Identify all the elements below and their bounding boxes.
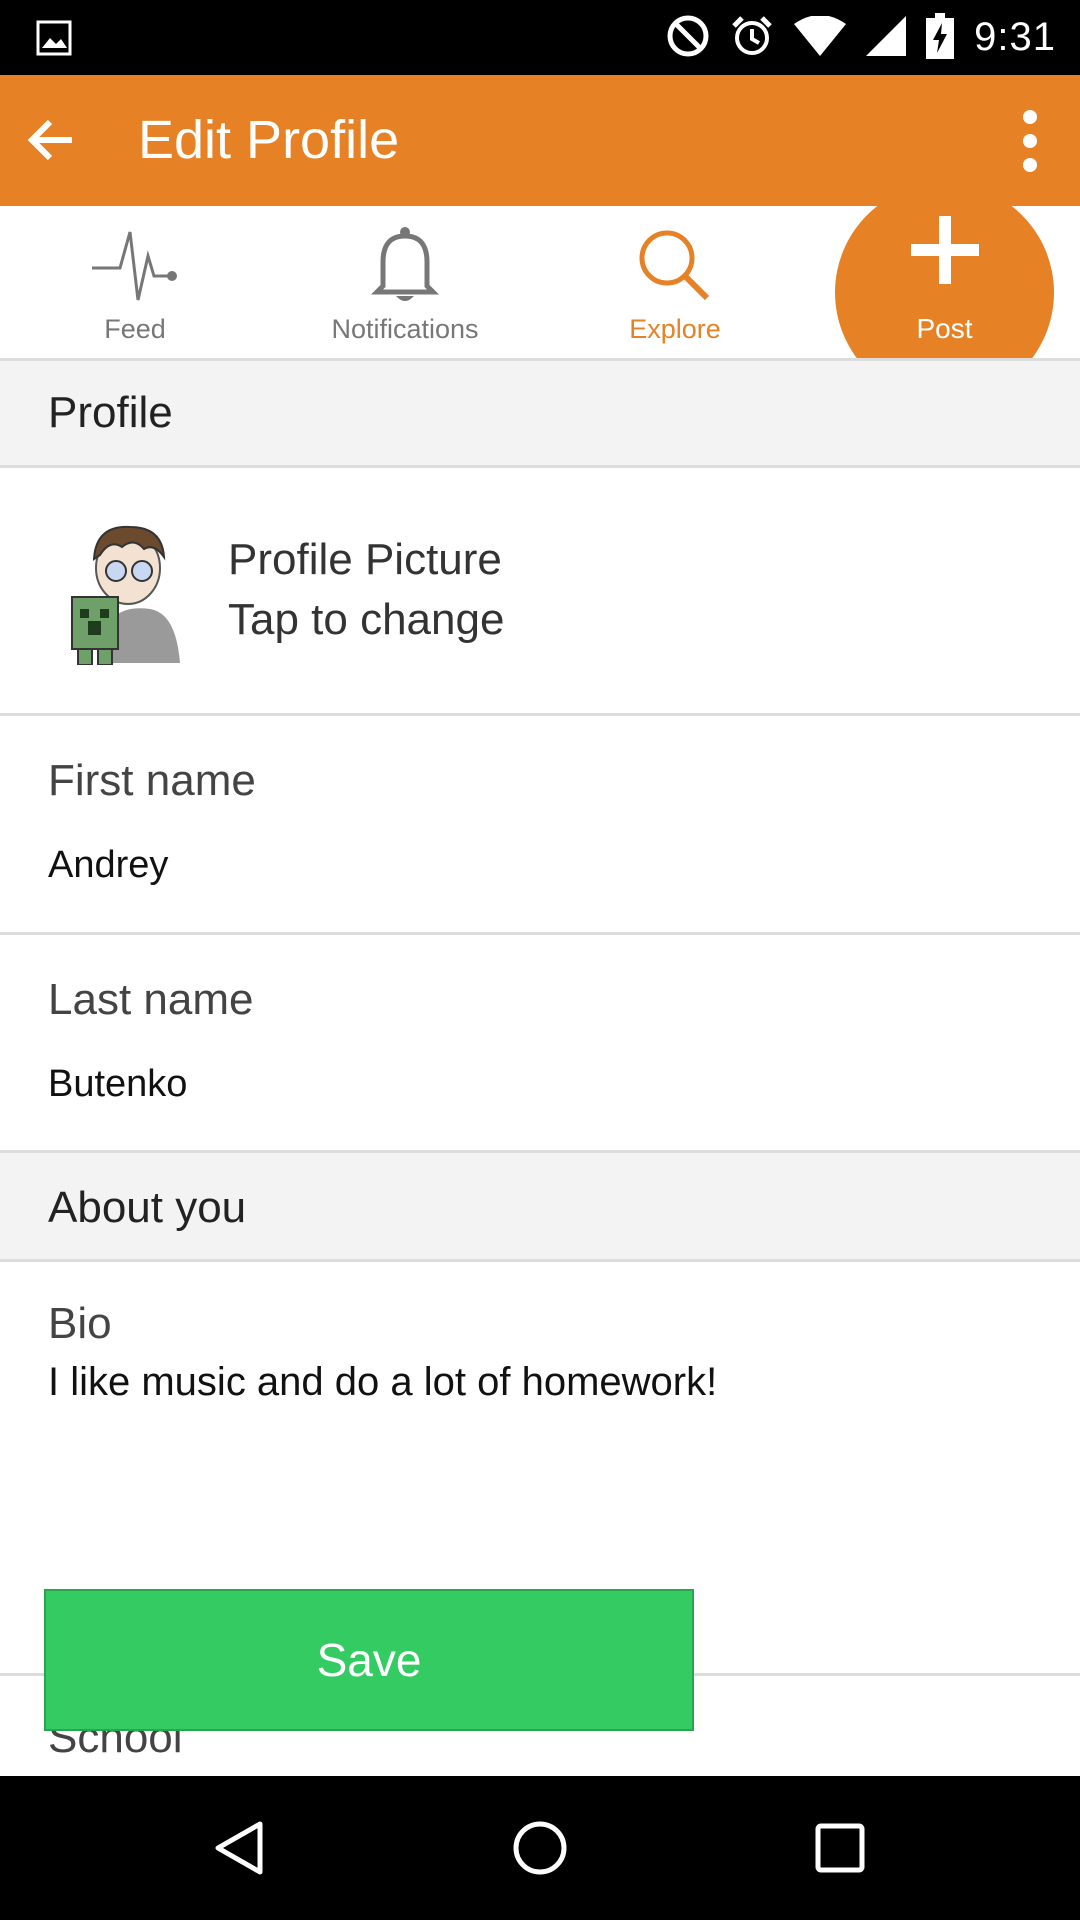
tab-label: Explore xyxy=(629,314,721,344)
status-bar: 9:31 xyxy=(0,0,1080,75)
bio-field[interactable]: I like music and do a lot of homework! xyxy=(48,1360,717,1405)
tab-explore[interactable]: Explore xyxy=(540,206,810,358)
first-name-field[interactable]: Andrey xyxy=(48,844,168,887)
nav-back-icon[interactable] xyxy=(180,1776,300,1920)
pulse-icon xyxy=(0,226,270,306)
image-icon xyxy=(36,20,72,60)
tab-label: Post xyxy=(916,313,973,344)
tab-notifications[interactable]: Notifications xyxy=(270,206,540,358)
divider xyxy=(0,713,1080,716)
first-name-label: First name xyxy=(48,756,256,805)
last-name-label: Last name xyxy=(48,975,254,1024)
signal-icon xyxy=(866,15,907,60)
app-toolbar: Edit Profile xyxy=(0,75,1080,206)
search-icon xyxy=(540,226,810,306)
divider xyxy=(0,932,1080,935)
tab-label: Feed xyxy=(104,314,166,344)
plus-icon xyxy=(835,210,1054,290)
profile-picture-title[interactable]: Profile Picture xyxy=(228,535,502,585)
status-time: 9:31 xyxy=(974,15,1056,59)
wifi-icon xyxy=(794,14,847,60)
last-name-field[interactable]: Butenko xyxy=(48,1063,187,1106)
bell-icon xyxy=(270,226,540,306)
bio-label: Bio xyxy=(48,1299,112,1348)
save-button[interactable]: Save xyxy=(44,1589,694,1731)
alarm-icon xyxy=(730,14,774,62)
avatar[interactable] xyxy=(50,513,192,666)
nav-home-icon[interactable] xyxy=(480,1776,600,1920)
section-header-about: About you xyxy=(0,1150,1080,1262)
tab-post[interactable]: Post xyxy=(835,206,1054,358)
profile-picture-hint[interactable]: Tap to change xyxy=(228,595,504,645)
do-not-disturb-icon xyxy=(666,14,710,62)
edit-profile-form: Profile Profile Picture Tap to change Fi… xyxy=(0,361,1080,1776)
more-vert-icon[interactable] xyxy=(1000,105,1060,177)
tab-feed[interactable]: Feed xyxy=(0,206,270,358)
battery-charging-icon xyxy=(926,12,955,63)
section-header-profile: Profile xyxy=(0,361,1080,468)
nav-recents-icon[interactable] xyxy=(780,1776,900,1920)
tab-label: Notifications xyxy=(331,314,479,344)
system-nav-bar xyxy=(0,1776,1080,1920)
page-title: Edit Profile xyxy=(138,110,400,170)
arrow-back-icon[interactable] xyxy=(20,108,84,172)
